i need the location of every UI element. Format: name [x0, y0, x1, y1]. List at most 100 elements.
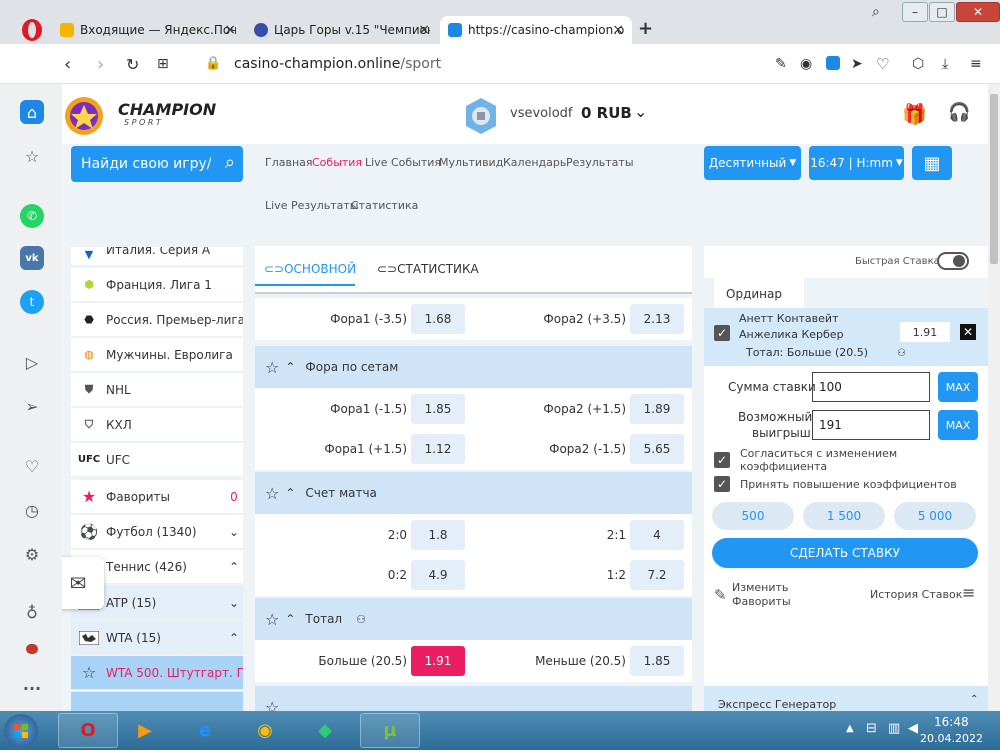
market-header[interactable]: ☆ ⌃ Тотал ⚇	[255, 598, 692, 640]
category-wta[interactable]: WTA (15) ⌃	[71, 621, 243, 655]
menu-icon[interactable]: ≡	[962, 583, 975, 602]
edit-favorites-line2[interactable]: Фавориты	[732, 595, 791, 608]
quick-bet-toggle[interactable]	[937, 252, 969, 270]
preset-500-button[interactable]: 500	[712, 502, 794, 530]
maximize-button[interactable]: □	[929, 2, 955, 22]
market-header[interactable]: ☆	[255, 686, 692, 711]
chevron-down-icon[interactable]: ⌄	[634, 102, 647, 121]
stake-input[interactable]: 100	[812, 372, 930, 402]
close-icon[interactable]: ×	[418, 22, 430, 38]
page-scrollbar[interactable]	[988, 84, 1000, 711]
tournament-next[interactable]	[71, 692, 243, 711]
tray-signal-icon[interactable]: ▥	[888, 721, 900, 736]
tabs-grid-icon[interactable]: ⊞	[157, 56, 169, 72]
cube-icon[interactable]: ⬡	[912, 56, 924, 72]
tray-arrow-icon[interactable]: ▲	[846, 723, 854, 734]
opera-logo-icon[interactable]	[20, 18, 44, 42]
taskbar-chrome[interactable]: ◉	[240, 713, 290, 748]
sport-football[interactable]: ⚽ Футбол (1340) ⌄	[71, 515, 243, 549]
odd-button[interactable]: 5.65	[630, 434, 684, 464]
agree-odds-checkbox[interactable]: ✓	[714, 452, 730, 468]
favorites-item[interactable]: ★ Фавориты 0	[71, 480, 243, 514]
market-header[interactable]: ☆ ⌃ Фора по сетам	[255, 346, 692, 388]
league-item[interactable]: ⛉ КХЛ	[71, 408, 243, 442]
username[interactable]: vsevolodf	[510, 106, 573, 121]
pencil-icon[interactable]: ✎	[714, 586, 727, 604]
heart-icon[interactable]: ♡	[876, 55, 889, 73]
whatsapp-icon[interactable]: ✆	[20, 204, 44, 228]
start-button[interactable]	[4, 714, 38, 748]
forward-icon[interactable]: ›	[97, 54, 104, 75]
reload-icon[interactable]: ↻	[126, 55, 139, 74]
balance[interactable]: 0 RUB	[581, 104, 632, 122]
odd-button-selected[interactable]: 1.91	[411, 646, 465, 676]
bulb-icon[interactable]: ♁	[20, 600, 44, 624]
download-icon[interactable]: ⤓	[942, 56, 948, 72]
market-header[interactable]: ☆ ⌃ Счет матча	[255, 472, 692, 514]
tab-main[interactable]: ⊂⊃ОСНОВНОЙ	[264, 262, 356, 276]
search-tabs-icon[interactable]: ⌕	[872, 4, 880, 20]
league-item[interactable]: ⬢ Франция. Лига 1	[71, 268, 243, 302]
star-outline-icon[interactable]: ☆	[265, 484, 279, 503]
odd-button[interactable]: 7.2	[630, 560, 684, 590]
star-outline-icon[interactable]: ☆	[265, 610, 279, 629]
settings-icon[interactable]: ⚙	[20, 542, 44, 566]
odd-button[interactable]: 1.89	[630, 394, 684, 424]
speed-dial-icon[interactable]: ☆	[20, 144, 44, 168]
close-icon[interactable]: ×	[612, 22, 624, 38]
league-item[interactable]: UFC UFC	[71, 443, 243, 477]
tab-single[interactable]: Ординар	[714, 278, 804, 308]
camera-icon[interactable]: ◉	[800, 56, 812, 72]
selection-checkbox[interactable]: ✓	[714, 325, 730, 341]
close-icon[interactable]: ×	[224, 22, 236, 38]
star-outline-icon[interactable]: ☆	[265, 358, 279, 377]
edit-icon[interactable]: ✎	[775, 56, 787, 72]
place-bet-button[interactable]: СДЕЛАТЬ СТАВКУ	[712, 538, 978, 568]
tab-king-of-hill[interactable]: Царь Горы v.15 "Чемпион ×	[246, 16, 438, 44]
odd-button[interactable]: 1.12	[411, 434, 465, 464]
scrollbar-thumb[interactable]	[990, 94, 998, 264]
odd-button[interactable]: 4.9	[411, 560, 465, 590]
taskbar-app[interactable]: ◆	[300, 713, 350, 748]
odd-button[interactable]: 4	[630, 520, 684, 550]
league-item[interactable]: ⛊ NHL	[71, 373, 243, 407]
message-button[interactable]: ✉	[62, 557, 104, 609]
gift-icon[interactable]: 🎁	[902, 102, 927, 126]
history-icon[interactable]: ◷	[20, 498, 44, 522]
send-icon[interactable]: ➤	[851, 56, 863, 72]
taskbar-opera[interactable]: O	[58, 713, 118, 748]
send-icon[interactable]: ➢	[20, 394, 44, 418]
vk-icon[interactable]: vk	[20, 246, 44, 270]
tray-volume-icon[interactable]: ◀	[908, 721, 918, 736]
odd-button[interactable]: 1.8	[411, 520, 465, 550]
bet-history-link[interactable]: История Ставок	[870, 588, 962, 601]
heart-icon[interactable]: ♡	[20, 454, 44, 478]
vpn-shield-icon[interactable]	[826, 56, 840, 70]
league-item[interactable]: ▼ Италия. Серия А	[71, 247, 243, 266]
stake-max-button[interactable]: MAX	[938, 372, 978, 402]
window-close-button[interactable]: ✕	[956, 2, 1000, 22]
search-game-button[interactable]: Найди свою игру/т ⌕	[71, 146, 243, 182]
star-outline-icon[interactable]: ☆	[265, 698, 279, 712]
player-icon[interactable]: ▷	[20, 350, 44, 374]
league-item[interactable]: ⬣ Россия. Премьер-лига	[71, 303, 243, 337]
tab-casino-champion[interactable]: https://casino-champion.on ×	[440, 16, 632, 44]
more-icon[interactable]: ···	[20, 676, 44, 700]
edit-favorites-line1[interactable]: Изменить	[732, 581, 788, 594]
win-max-button[interactable]: MAX	[938, 410, 978, 440]
preset-5000-button[interactable]: 5 000	[894, 502, 976, 530]
gift-badge-icon[interactable]	[26, 644, 38, 654]
preset-1500-button[interactable]: 1 500	[803, 502, 885, 530]
taskbar-media[interactable]: ▶	[120, 713, 170, 748]
tray-network-icon[interactable]: ⊟	[866, 721, 877, 736]
tab-yandex-mail[interactable]: Входящие — Яндекс.Почта ×	[52, 16, 244, 44]
champion-logo-icon[interactable]	[64, 96, 104, 136]
home-icon[interactable]: ⌂	[20, 100, 44, 124]
accept-increase-checkbox[interactable]: ✓	[714, 476, 730, 492]
tournament-wta-500[interactable]: ☆ WTA 500. Штутгарт. Г.	[71, 656, 243, 690]
url-field[interactable]: casino-champion.online/sport	[234, 56, 441, 72]
odd-button[interactable]: 1.85	[411, 394, 465, 424]
clock-time[interactable]: 16:48	[934, 715, 969, 729]
twitter-icon[interactable]: t	[20, 290, 44, 314]
headset-icon[interactable]: 🎧	[948, 102, 970, 123]
